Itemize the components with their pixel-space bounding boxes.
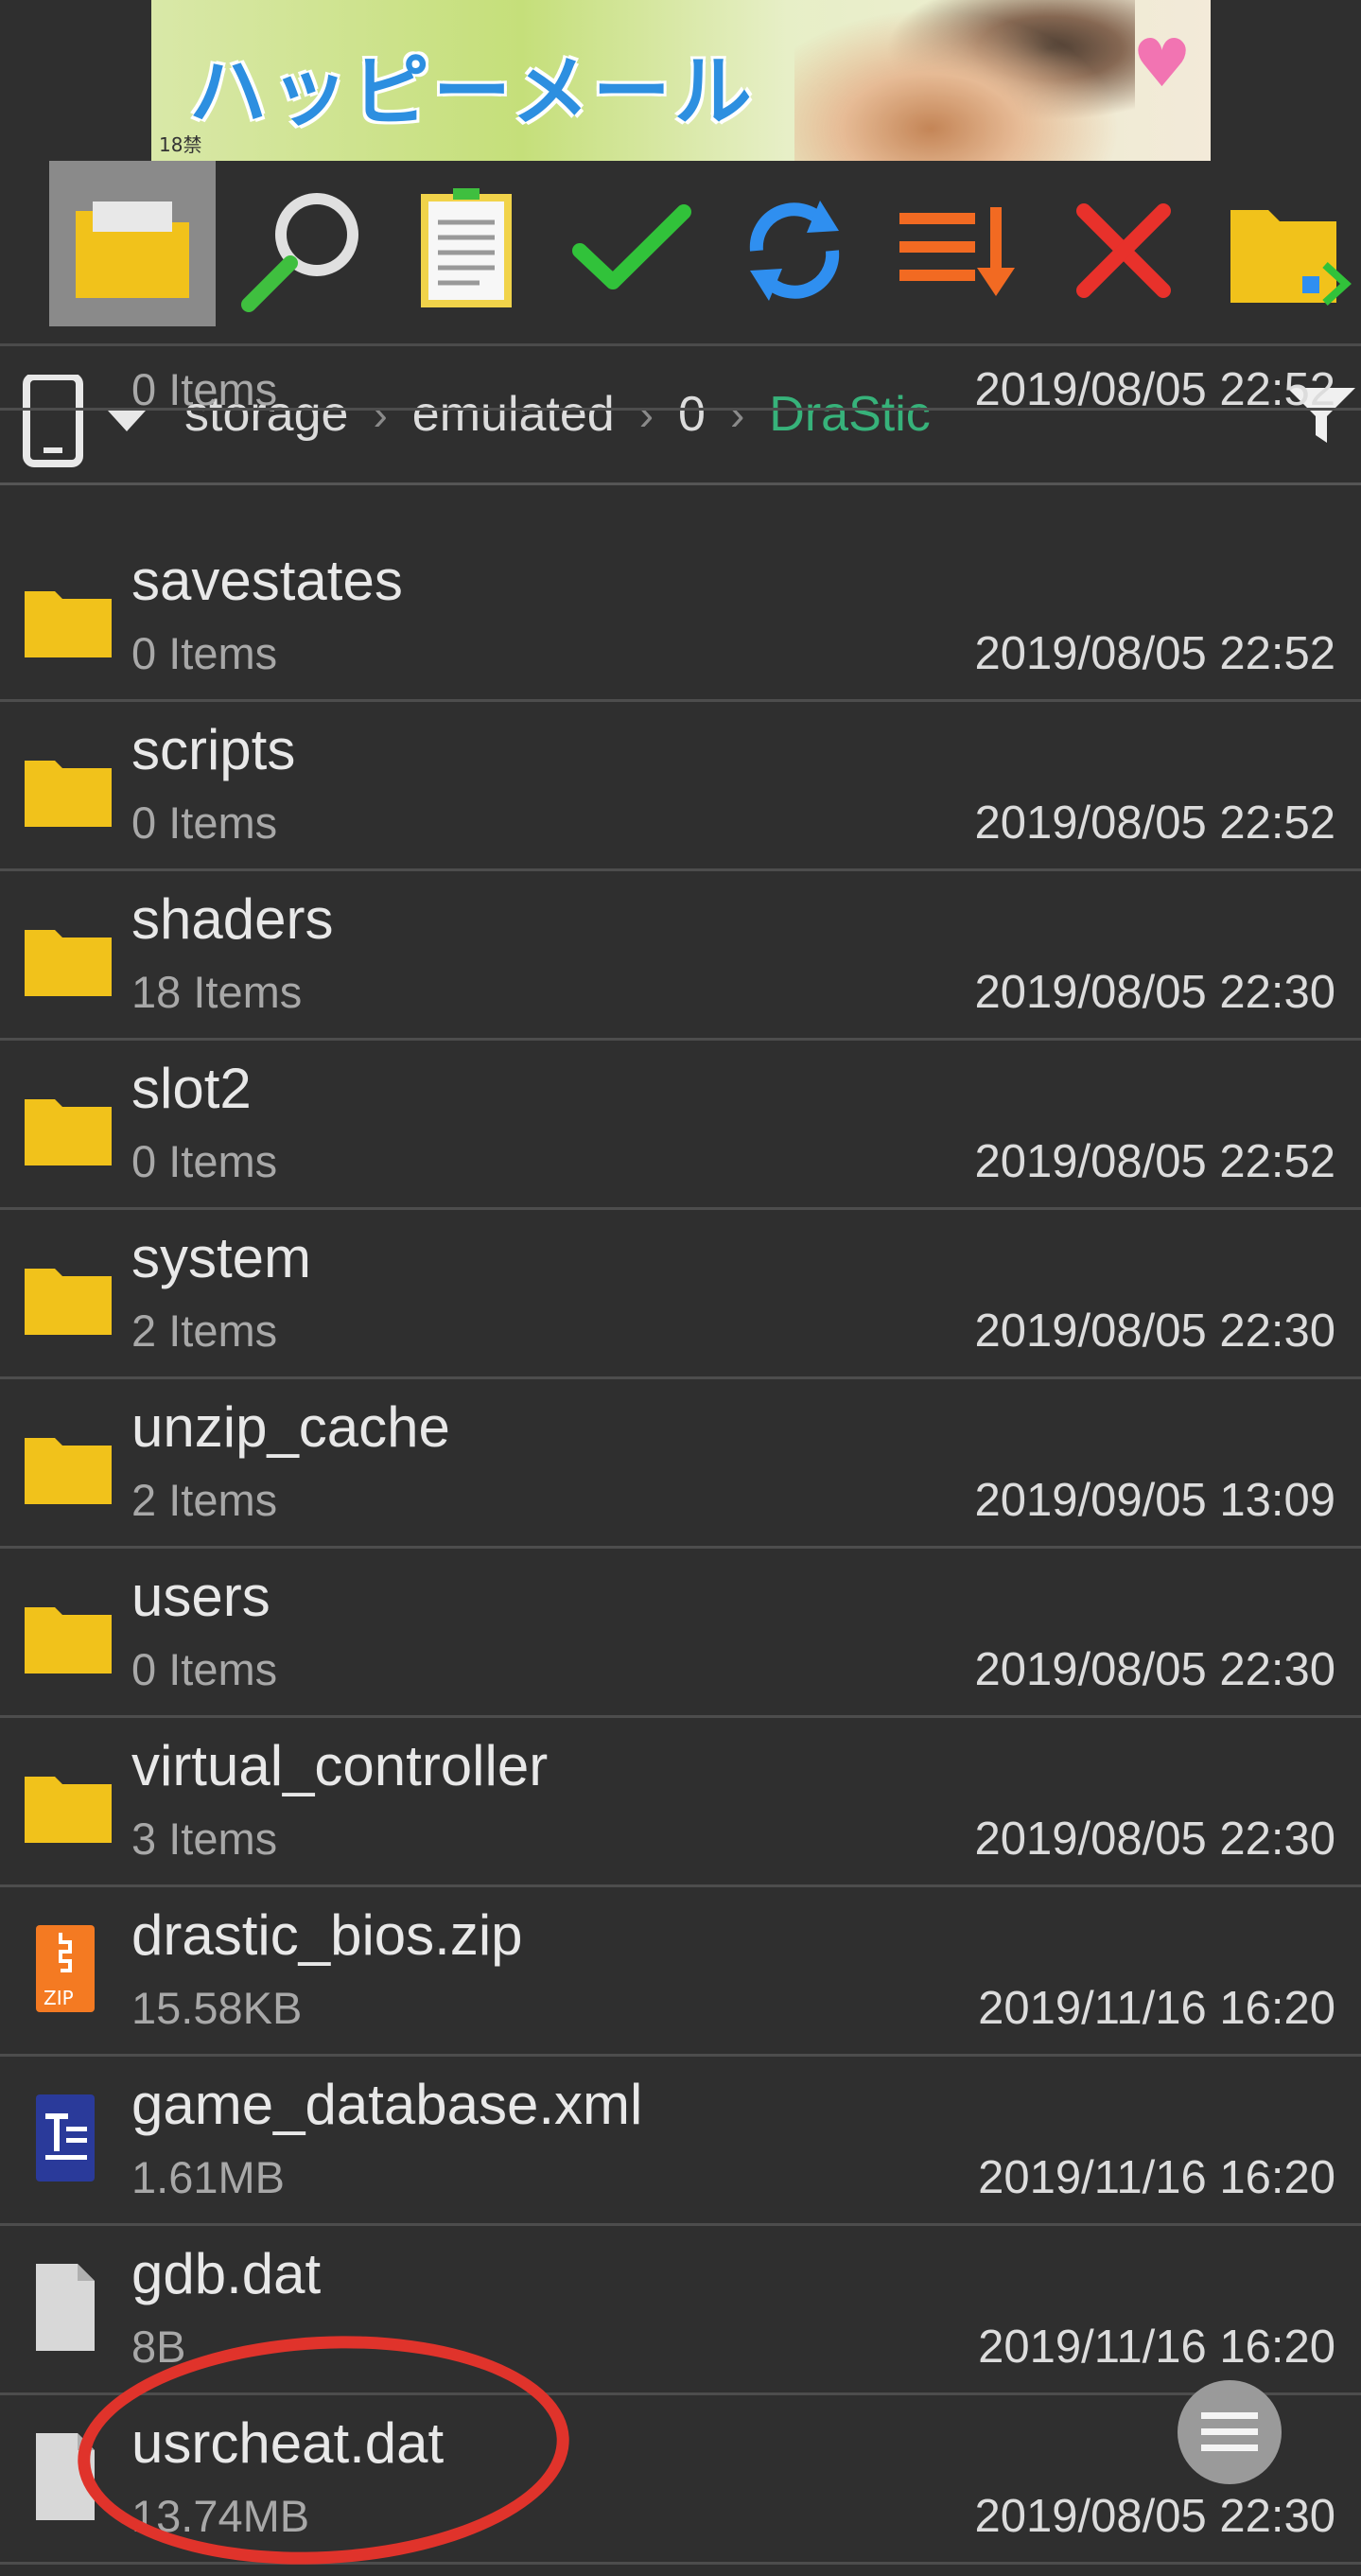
close-icon xyxy=(1076,203,1171,298)
item-count: 0 Items xyxy=(131,797,278,848)
heart-icon: ♥ xyxy=(1132,25,1192,102)
notepad-button[interactable] xyxy=(383,161,550,341)
modified-date: 2019/11/16 16:20 xyxy=(978,1983,1335,2034)
modified-date: 2019/08/05 22:52 xyxy=(974,1136,1335,1187)
folder-icon xyxy=(76,201,189,298)
search-icon xyxy=(241,193,358,312)
select-button[interactable] xyxy=(549,161,715,341)
ad-banner[interactable]: ハッピーメール ♥ 18禁 xyxy=(151,0,1211,161)
modified-date: 2019/08/05 22:30 xyxy=(974,1814,1335,1865)
file-name: slot2 xyxy=(131,1057,252,1120)
file-row[interactable]: system 2 Items 2019/08/05 22:30 xyxy=(0,1210,1361,1379)
file-size: 1.61MB xyxy=(131,2152,285,2202)
file-row[interactable]: virtual_controller 3 Items 2019/08/05 22:3… xyxy=(0,1718,1361,1887)
modified-date: 2019/08/05 22:30 xyxy=(974,967,1335,1018)
folder-icon xyxy=(23,753,113,833)
item-count: 2 Items xyxy=(131,1306,278,1356)
file-name: drastic_bios.zip xyxy=(131,1903,523,1967)
modified-date: 2019/08/05 22:30 xyxy=(974,1306,1335,1357)
refresh-button[interactable] xyxy=(711,161,878,341)
item-count: 0 Items xyxy=(131,1136,278,1186)
file-row[interactable]: unzip_cache 2 Items 2019/09/05 13:09 xyxy=(0,1379,1361,1549)
item-count: 0 Items xyxy=(131,364,278,414)
file-name: savestates xyxy=(131,549,403,612)
item-count: 0 Items xyxy=(131,1644,278,1694)
notepad-icon xyxy=(421,188,512,307)
ad-photo xyxy=(794,0,1135,161)
file-row[interactable]: ZIP drastic_bios.zip 15.58KB 2019/11/16 16:… xyxy=(0,1887,1361,2057)
folder-icon xyxy=(23,1769,113,1849)
item-count: 2 Items xyxy=(131,1475,278,1525)
file-row[interactable]: 0 Items 2019/08/05 22:52 xyxy=(0,363,1361,415)
file-name: system xyxy=(131,1226,312,1289)
folder-icon xyxy=(23,1600,113,1680)
file-name: unzip_cache xyxy=(131,1395,450,1459)
file-row[interactable]: slot2 0 Items 2019/08/05 22:52 xyxy=(0,1041,1361,1210)
modified-date: 2019/08/05 22:30 xyxy=(974,1644,1335,1695)
folder-icon xyxy=(23,1092,113,1172)
search-button[interactable] xyxy=(218,161,384,341)
checkmark-icon xyxy=(572,204,691,289)
menu-icon xyxy=(1201,2412,1258,2451)
modified-date: 2019/11/16 16:20 xyxy=(978,2152,1335,2203)
modified-date: 2019/08/05 22:30 xyxy=(974,2491,1335,2542)
file-name: gdb.dat xyxy=(131,2242,322,2305)
file-row[interactable]: savestates 0 Items 2019/08/05 22:52 xyxy=(0,533,1361,702)
file-icon xyxy=(32,2262,98,2357)
zip-file-icon: ZIP xyxy=(32,1923,98,2019)
delete-button[interactable] xyxy=(1040,161,1207,341)
file-size: 15.58KB xyxy=(131,1983,303,2033)
folder-icon xyxy=(23,584,113,664)
sort-icon xyxy=(899,207,1015,296)
toolbar xyxy=(0,161,1361,345)
item-count: 18 Items xyxy=(131,967,303,1017)
file-row[interactable]: scripts 0 Items 2019/08/05 22:52 xyxy=(0,702,1361,871)
folder-icon xyxy=(23,922,113,1003)
file-name: virtual_controller xyxy=(131,1734,549,1797)
modified-date: 2019/08/05 22:52 xyxy=(974,364,1335,415)
menu-fab-button[interactable] xyxy=(1178,2380,1282,2484)
file-row[interactable]: shaders 18 Items 2019/08/05 22:30 xyxy=(0,871,1361,1041)
modified-date: 2019/08/05 22:52 xyxy=(974,797,1335,849)
folder-icon xyxy=(23,1430,113,1511)
modified-date: 2019/09/05 13:09 xyxy=(974,1475,1335,1526)
refresh-icon xyxy=(749,201,840,301)
file-name: scripts xyxy=(131,718,296,781)
file-name: game_database.xml xyxy=(131,2073,643,2136)
move-folder-icon xyxy=(1230,210,1352,306)
file-row[interactable]: users 0 Items 2019/08/05 22:30 xyxy=(0,1549,1361,1718)
sort-button[interactable] xyxy=(875,161,1041,341)
modified-date: 2019/08/05 22:52 xyxy=(974,628,1335,679)
folder-tool-button[interactable] xyxy=(49,161,216,326)
item-count: 0 Items xyxy=(131,628,278,678)
path-divider xyxy=(0,482,1361,485)
move-button[interactable] xyxy=(1201,161,1361,341)
text-file-icon xyxy=(32,2093,98,2188)
file-name: users xyxy=(131,1565,270,1628)
item-count: 3 Items xyxy=(131,1814,278,1864)
file-name: shaders xyxy=(131,887,334,951)
folder-icon xyxy=(23,1261,113,1341)
modified-date: 2019/11/16 16:20 xyxy=(978,2322,1335,2373)
svg-text:ZIP: ZIP xyxy=(44,1987,74,2009)
file-row[interactable]: game_database.xml 1.61MB 2019/11/16 16:20 xyxy=(0,2057,1361,2226)
ad-age-label: 18禁 xyxy=(159,133,202,156)
ad-logo: ハッピーメール xyxy=(189,47,756,137)
